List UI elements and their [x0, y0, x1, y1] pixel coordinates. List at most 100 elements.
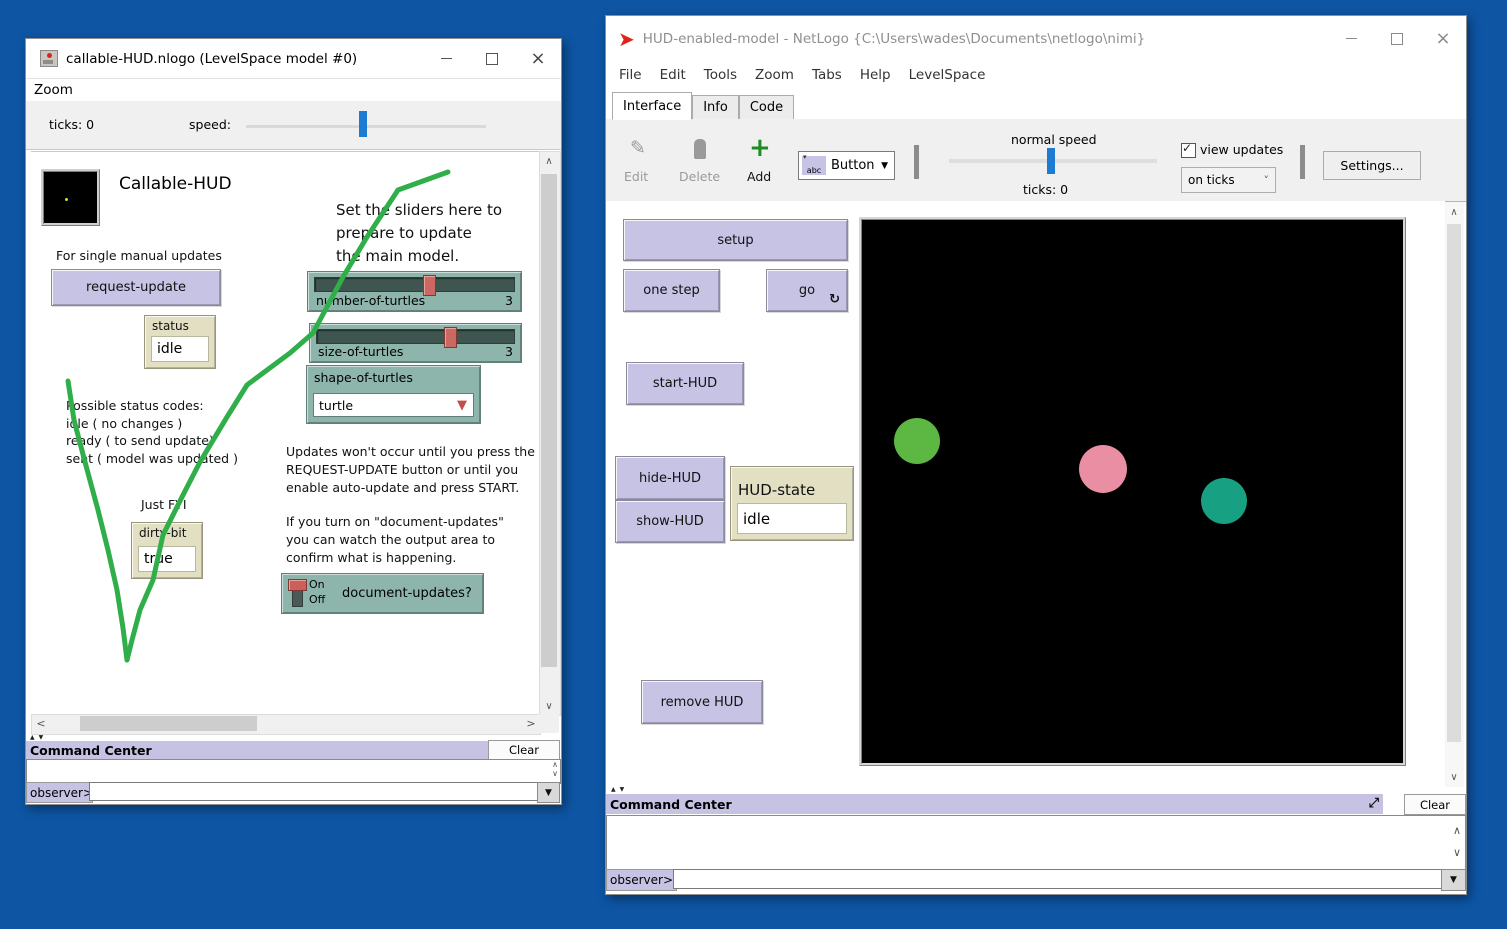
right-command-input[interactable]	[673, 869, 1443, 889]
right-interface-area: setup one step go ↻ start-HUD hide-HUD s…	[606, 201, 1445, 787]
right-command-output[interactable]: ∧ ∨	[606, 815, 1466, 870]
size-of-turtles-slider[interactable]: size-of-turtles 3	[309, 323, 522, 363]
left-history-dropdown[interactable]: ▼	[537, 782, 560, 803]
close-icon: ×	[1435, 28, 1450, 49]
scroll-up-icon[interactable]: ∧	[540, 152, 558, 170]
left-window-title: callable-HUD.nlogo (LevelSpace model #0)	[66, 51, 357, 67]
speed-slider-handle[interactable]	[359, 111, 367, 137]
dirty-bit-label: dirty-bit	[139, 526, 186, 540]
close-button[interactable]: ×	[515, 39, 561, 78]
remove-hud-button[interactable]: remove HUD	[641, 680, 763, 724]
main-speed-slider-handle[interactable]	[1047, 148, 1055, 174]
scroll-down-icon[interactable]: ∨	[1445, 769, 1463, 785]
update-mode-dropdown[interactable]: on ticks ˅	[1181, 167, 1276, 193]
scrollbar-thumb[interactable]	[541, 174, 557, 667]
edit-tool-icon[interactable]: ✎	[630, 137, 646, 159]
widget-type-value: Button	[831, 158, 875, 173]
go-button[interactable]: go ↻	[766, 269, 848, 312]
add-widget-icon[interactable]: +	[749, 133, 771, 163]
delete-tool-icon[interactable]	[694, 139, 706, 159]
number-of-turtles-slider[interactable]: number-of-turtles 3	[307, 271, 522, 312]
update-mode-value: on ticks	[1188, 173, 1235, 187]
menu-help[interactable]: Help	[851, 67, 900, 83]
command-center-splitter[interactable]: ▲▼	[30, 734, 43, 741]
tab-info[interactable]: Info	[692, 95, 739, 120]
left-command-output[interactable]: ∧ ∨	[26, 759, 561, 784]
show-hud-button[interactable]: show-HUD	[615, 500, 725, 543]
document-updates-switch[interactable]: On Off document-updates?	[281, 573, 484, 614]
slider-label: number-of-turtles	[316, 293, 425, 308]
scroll-up-icon[interactable]: ∧	[1453, 820, 1461, 842]
left-interface-area: Callable-HUD For single manual updates r…	[31, 151, 539, 715]
hud-state-monitor: HUD-state idle	[730, 466, 854, 541]
shape-of-turtles-chooser[interactable]: shape-of-turtles turtle ▼	[306, 365, 481, 424]
turtle-circle	[1079, 445, 1127, 493]
one-step-button[interactable]: one step	[623, 269, 720, 312]
view-updates-checkbox[interactable]: ✓	[1181, 143, 1196, 158]
add-widget-label: Add	[747, 169, 771, 184]
slider-label: size-of-turtles	[318, 344, 403, 359]
switch-knob[interactable]	[288, 579, 307, 591]
close-button[interactable]: ×	[1420, 16, 1466, 61]
scrollbar-thumb[interactable]	[1447, 224, 1461, 742]
command-center-splitter[interactable]: ▲▼	[611, 786, 624, 793]
right-clear-button[interactable]: Clear	[1404, 794, 1466, 815]
scroll-up-icon[interactable]: ∧	[552, 760, 558, 769]
scroll-left-icon[interactable]: <	[34, 715, 48, 732]
left-command-input[interactable]	[89, 782, 539, 801]
scroll-down-icon[interactable]: ∨	[552, 769, 558, 778]
chooser-value-box[interactable]: turtle ▼	[313, 393, 474, 417]
left-vertical-scrollbar[interactable]: ∧ ∨	[539, 151, 561, 716]
scrollbar-thumb[interactable]	[80, 716, 257, 731]
tab-code[interactable]: Code	[739, 95, 794, 120]
start-hud-button[interactable]: start-HUD	[626, 362, 744, 405]
setup-button[interactable]: setup	[623, 219, 848, 261]
right-history-dropdown[interactable]: ▼	[1441, 869, 1466, 891]
left-horizontal-scrollbar[interactable]: < >	[31, 714, 541, 735]
menu-zoom[interactable]: Zoom	[26, 82, 81, 98]
menu-file[interactable]: File	[610, 67, 651, 83]
scroll-up-icon[interactable]: ∧	[1445, 204, 1463, 220]
hide-hud-button[interactable]: hide-HUD	[615, 456, 725, 500]
left-titlebar[interactable]: callable-HUD.nlogo (LevelSpace model #0)…	[26, 39, 561, 79]
right-titlebar[interactable]: ➤ HUD-enabled-model - NetLogo {C:\Users\…	[606, 16, 1466, 61]
maximize-icon	[486, 53, 498, 65]
slider-track[interactable]	[314, 277, 515, 292]
scroll-down-icon[interactable]: ∨	[1453, 842, 1461, 864]
note-set-sliders: Set the sliders here to prepare to updat…	[336, 199, 502, 268]
left-clear-button[interactable]: Clear	[488, 740, 560, 760]
status-monitor-value: idle	[151, 336, 209, 362]
request-update-button[interactable]: request-update	[51, 269, 221, 306]
menu-tools[interactable]: Tools	[695, 67, 746, 83]
netlogo-flag-icon: ➤	[618, 27, 635, 51]
world-view	[862, 220, 1403, 763]
menu-edit[interactable]: Edit	[651, 67, 695, 83]
dirty-bit-monitor: dirty-bit true	[131, 522, 203, 579]
note-updates: Updates won't occur until you press the …	[286, 443, 535, 497]
slider-track[interactable]	[316, 329, 515, 344]
checkbox-check-icon: ✓	[1182, 141, 1192, 155]
menu-tabs[interactable]: Tabs	[803, 67, 851, 83]
minimize-button[interactable]	[1328, 16, 1374, 61]
settings-button[interactable]: Settings...	[1323, 151, 1421, 180]
scroll-down-icon[interactable]: ∨	[540, 697, 558, 715]
hud-state-value: idle	[737, 503, 847, 534]
dropdown-icon: ▼	[1450, 875, 1457, 885]
maximize-button[interactable]	[1374, 16, 1420, 61]
model-title: Callable-HUD	[119, 174, 232, 194]
right-vertical-scrollbar[interactable]: ∧ ∨	[1445, 202, 1464, 787]
expand-icon[interactable]: ⤢	[1369, 796, 1379, 811]
menu-zoom[interactable]: Zoom	[746, 67, 803, 83]
speed-label: speed:	[189, 117, 231, 132]
note-manual-updates: For single manual updates	[56, 248, 222, 263]
dropdown-icon: ▼	[881, 161, 888, 171]
minimize-icon	[1346, 38, 1357, 39]
maximize-button[interactable]	[469, 39, 515, 78]
right-command-center-header: Command Center ⤢	[606, 794, 1383, 814]
model-window-icon	[40, 50, 58, 67]
scroll-right-icon[interactable]: >	[524, 715, 538, 732]
menu-levelspace[interactable]: LevelSpace	[900, 67, 995, 83]
minimize-button[interactable]	[423, 39, 469, 78]
tab-interface[interactable]: Interface	[612, 92, 692, 120]
widget-type-dropdown[interactable]: abc ▾ Button ▼	[798, 151, 895, 180]
